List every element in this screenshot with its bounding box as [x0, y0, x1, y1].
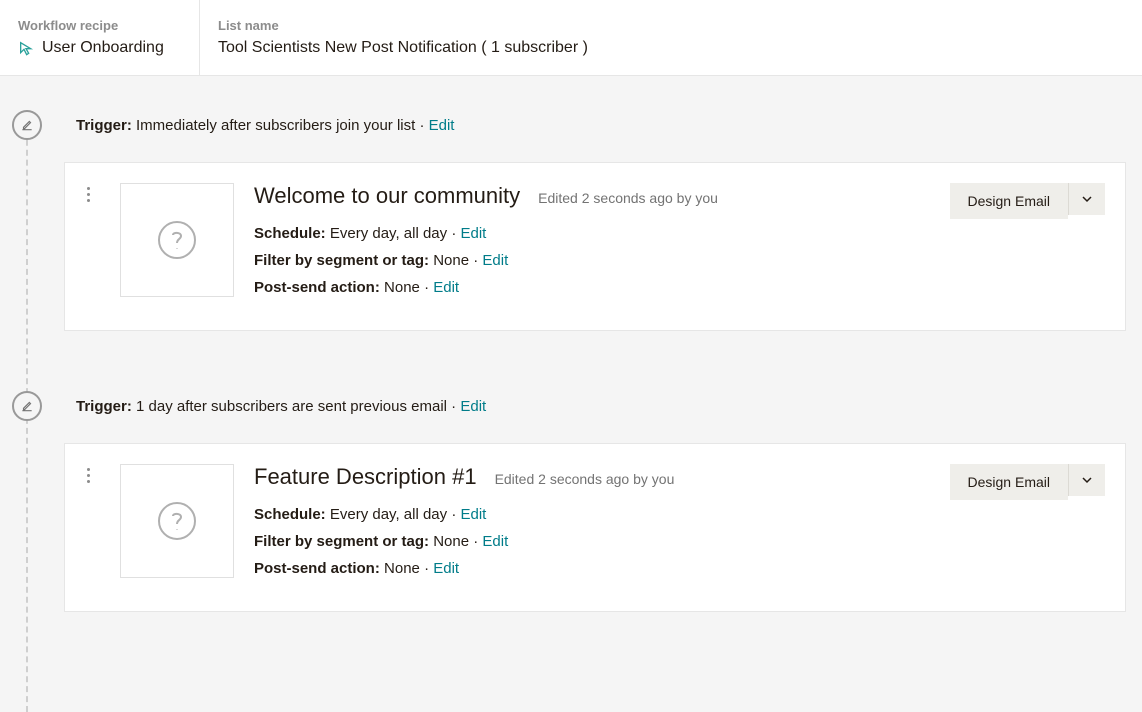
design-email-dropdown[interactable] [1068, 183, 1105, 215]
cursor-icon [18, 40, 34, 56]
list-name-label: List name [218, 18, 588, 33]
list-name-value: Tool Scientists New Post Notification ( … [218, 39, 588, 57]
chevron-down-icon [1081, 474, 1093, 486]
postsend-value: None [384, 560, 420, 577]
design-email-button[interactable]: Design Email [950, 183, 1068, 219]
design-email-button[interactable]: Design Email [950, 464, 1068, 500]
drag-handle[interactable] [77, 464, 100, 587]
email-card: Feature Description #1 Edited 2 seconds … [64, 443, 1126, 612]
email-card-actions: Design Email [950, 183, 1105, 306]
email-title: Feature Description #1 [254, 464, 477, 490]
workflow-content: Trigger: Immediately after subscribers j… [0, 76, 1142, 712]
edit-trigger-link[interactable]: Edit [429, 117, 455, 134]
postsend-label: Post-send action: [254, 279, 380, 296]
email-card: Welcome to our community Edited 2 second… [64, 162, 1126, 331]
filter-label: Filter by segment or tag: [254, 533, 429, 550]
trigger-label: Trigger: [76, 117, 132, 134]
edit-schedule-link[interactable]: Edit [460, 506, 486, 523]
trigger-description: Immediately after subscribers join your … [136, 117, 415, 134]
email-title: Welcome to our community [254, 183, 520, 209]
filter-label: Filter by segment or tag: [254, 252, 429, 269]
email-edited-meta: Edited 2 seconds ago by you [495, 471, 675, 487]
schedule-label: Schedule: [254, 506, 326, 523]
edit-filter-link[interactable]: Edit [482, 533, 508, 550]
email-card-body: Welcome to our community Edited 2 second… [254, 183, 930, 306]
schedule-line: Schedule: Every day, all day · Edit [254, 506, 930, 523]
list-name-panel: List name Tool Scientists New Post Notif… [200, 0, 606, 75]
postsend-value: None [384, 279, 420, 296]
edit-postsend-link[interactable]: Edit [433, 560, 459, 577]
edit-trigger-badge[interactable] [12, 110, 42, 140]
edit-trigger-badge[interactable] [12, 391, 42, 421]
postsend-line: Post-send action: None · Edit [254, 560, 930, 577]
schedule-value: Every day, all day [330, 506, 447, 523]
trigger-text: Trigger: 1 day after subscribers are sen… [76, 398, 486, 415]
edit-trigger-link[interactable]: Edit [460, 398, 486, 415]
trigger-label: Trigger: [76, 398, 132, 415]
schedule-line: Schedule: Every day, all day · Edit [254, 225, 930, 242]
design-email-dropdown[interactable] [1068, 464, 1105, 496]
workflow-recipe-label: Workflow recipe [18, 18, 181, 33]
edit-filter-link[interactable]: Edit [482, 252, 508, 269]
workflow-recipe-name: User Onboarding [42, 39, 164, 57]
workflow-recipe-value: User Onboarding [18, 39, 181, 57]
filter-line: Filter by segment or tag: None · Edit [254, 252, 930, 269]
email-thumbnail[interactable] [120, 464, 234, 578]
chevron-down-icon [1081, 193, 1093, 205]
edit-postsend-link[interactable]: Edit [433, 279, 459, 296]
trigger-row: Trigger: 1 day after subscribers are sen… [0, 391, 1142, 421]
workflow-recipe-panel: Workflow recipe User Onboarding [0, 0, 200, 75]
header-bar: Workflow recipe User Onboarding List nam… [0, 0, 1142, 76]
filter-value: None [433, 533, 469, 550]
email-card-actions: Design Email [950, 464, 1105, 587]
email-card-body: Feature Description #1 Edited 2 seconds … [254, 464, 930, 587]
filter-value: None [433, 252, 469, 269]
trigger-description: 1 day after subscribers are sent previou… [136, 398, 447, 415]
schedule-value: Every day, all day [330, 225, 447, 242]
edit-schedule-link[interactable]: Edit [460, 225, 486, 242]
drag-handle[interactable] [77, 183, 100, 306]
trigger-row: Trigger: Immediately after subscribers j… [0, 110, 1142, 140]
postsend-line: Post-send action: None · Edit [254, 279, 930, 296]
email-edited-meta: Edited 2 seconds ago by you [538, 190, 718, 206]
schedule-label: Schedule: [254, 225, 326, 242]
trigger-text: Trigger: Immediately after subscribers j… [76, 117, 454, 134]
email-thumbnail[interactable] [120, 183, 234, 297]
postsend-label: Post-send action: [254, 560, 380, 577]
filter-line: Filter by segment or tag: None · Edit [254, 533, 930, 550]
